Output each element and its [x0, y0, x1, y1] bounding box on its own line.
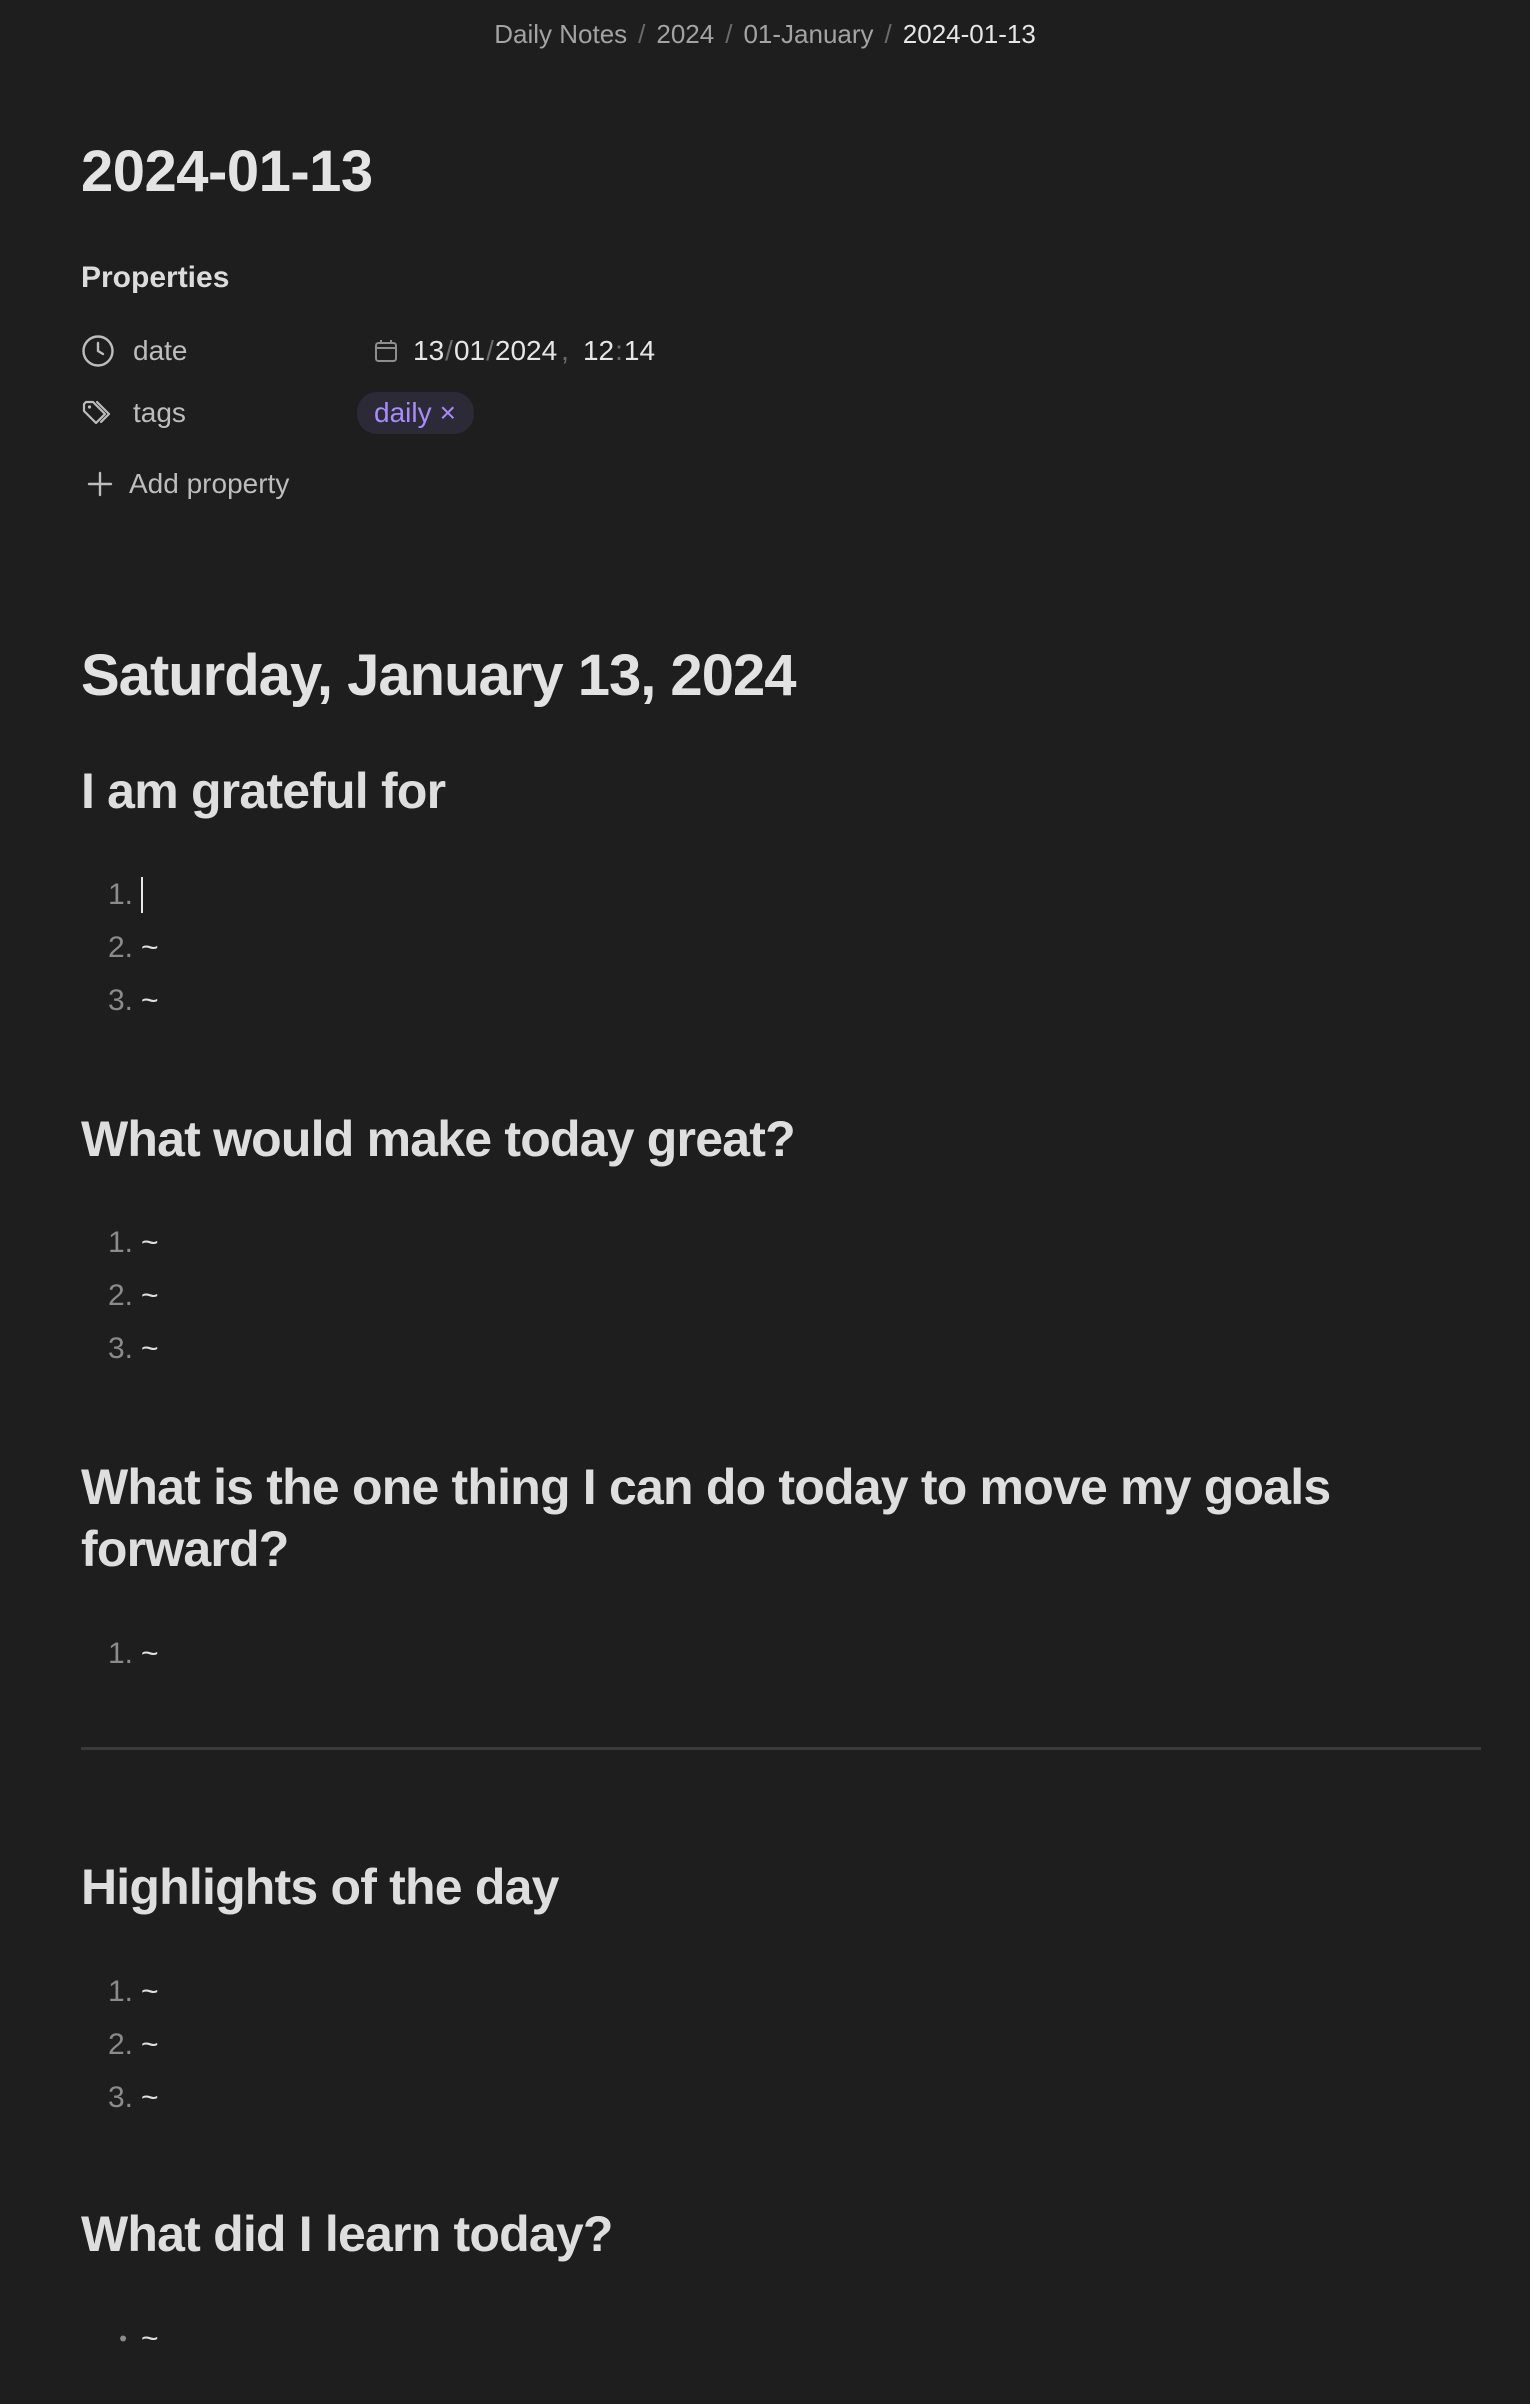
list-item[interactable]: 3. ~ [81, 2071, 159, 2124]
tag-pill-daily[interactable]: daily × [357, 392, 474, 434]
list-item[interactable]: 3. ~ [81, 974, 159, 1027]
property-key-date[interactable]: date [81, 334, 373, 368]
list-number: 3. [107, 2081, 133, 2114]
make-today-great-list: 1. ~ 2. ~ 3. ~ [81, 1216, 159, 1375]
breadcrumb-01-january[interactable]: 01-January [743, 19, 873, 49]
breadcrumb-separator: / [725, 19, 733, 49]
list-item-text[interactable]: ~ [141, 1322, 159, 1375]
list-number: 1. [107, 1637, 133, 1670]
list-number: 3. [107, 1332, 133, 1365]
tag-label: daily [374, 397, 432, 428]
list-item-text[interactable]: ~ [141, 1216, 159, 1269]
properties-heading[interactable]: Properties [81, 258, 229, 298]
property-row-date: date 13 / 01 / 2024 , 12 : 14 [81, 327, 981, 375]
list-item[interactable]: 3. ~ [81, 1322, 159, 1375]
list-item[interactable]: 1. ~ [81, 1627, 159, 1680]
breadcrumb-daily-notes[interactable]: Daily Notes [494, 19, 627, 49]
date-day[interactable]: 13 [413, 335, 444, 367]
property-row-tags: tags daily × [81, 389, 981, 437]
list-number: 1. [107, 1975, 133, 2008]
list-item-text[interactable]: ~ [141, 1269, 159, 1322]
one-thing-list: 1. ~ [81, 1627, 159, 1680]
add-property-label: Add property [129, 468, 290, 499]
list-item-text[interactable]: ~ [141, 1627, 159, 1680]
time-minute[interactable]: 14 [624, 335, 655, 367]
list-item-text[interactable]: ~ [141, 2312, 159, 2365]
list-item[interactable]: 1. ~ [81, 1216, 159, 1269]
tags-icon [81, 396, 115, 430]
text-cursor [141, 876, 143, 913]
list-number: 1. [107, 1226, 133, 1259]
property-key-label: tags [133, 397, 186, 428]
breadcrumb-2024[interactable]: 2024 [656, 19, 714, 49]
list-item-text[interactable]: ~ [141, 921, 159, 974]
property-key-label: date [133, 335, 188, 366]
breadcrumb-separator: / [638, 19, 646, 49]
date-heading[interactable]: Saturday, January 13, 2024 [81, 640, 796, 712]
horizontal-divider [81, 1747, 1481, 1750]
breadcrumb-separator: / [884, 19, 892, 49]
property-value-tags[interactable]: daily × [357, 392, 474, 434]
list-item-text[interactable]: ~ [141, 1965, 159, 2018]
date-month[interactable]: 01 [454, 335, 485, 367]
bullet-marker: • [119, 2326, 127, 2351]
section-heading-learned[interactable]: What did I learn today? [81, 2203, 1461, 2265]
time-separator: : [615, 335, 623, 366]
date-year[interactable]: 2024 [495, 335, 557, 367]
list-item[interactable]: 1. [81, 868, 159, 921]
list-number: 2. [107, 2028, 133, 2061]
list-item[interactable]: • ~ [81, 2312, 159, 2365]
list-number: 3. [107, 984, 133, 1017]
highlights-list: 1. ~ 2. ~ 3. ~ [81, 1965, 159, 2124]
date-separator: / [445, 335, 453, 366]
list-item-text[interactable]: ~ [141, 974, 159, 1027]
list-item-text[interactable]: ~ [141, 2018, 159, 2071]
add-property-button[interactable]: Add property [87, 461, 289, 507]
list-item[interactable]: 2. ~ [81, 2018, 159, 2071]
list-number: 2. [107, 1279, 133, 1312]
date-separator: / [486, 335, 494, 366]
datetime-input[interactable]: 13 / 01 / 2024 , 12 : 14 [373, 335, 655, 367]
list-number: 2. [107, 931, 133, 964]
section-heading-grateful[interactable]: I am grateful for [81, 760, 1461, 822]
learned-list: • ~ [81, 2312, 159, 2365]
list-item[interactable]: 2. ~ [81, 1269, 159, 1322]
clock-icon [81, 334, 115, 368]
property-key-tags[interactable]: tags [81, 396, 373, 430]
list-item-text[interactable]: ~ [141, 2071, 159, 2124]
section-heading-highlights[interactable]: Highlights of the day [81, 1856, 1461, 1918]
page-title[interactable]: 2024-01-13 [81, 136, 373, 208]
breadcrumb-current-note[interactable]: 2024-01-13 [903, 19, 1036, 49]
list-item[interactable]: 2. ~ [81, 921, 159, 974]
section-heading-one-thing[interactable]: What is the one thing I can do today to … [81, 1456, 1461, 1580]
calendar-icon[interactable] [373, 338, 399, 364]
property-value-date: 13 / 01 / 2024 , 12 : 14 [373, 335, 655, 367]
date-comma: , [561, 335, 569, 366]
plus-icon [87, 471, 113, 497]
breadcrumb: Daily Notes / 2024 / 01-January / 2024-01-13 [0, 14, 1530, 54]
section-heading-make-today-great[interactable]: What would make today great? [81, 1108, 1461, 1170]
time-hour[interactable]: 12 [583, 335, 614, 367]
remove-tag-icon[interactable]: × [440, 397, 456, 429]
grateful-list: 1. 2. ~ 3. ~ [81, 868, 159, 1027]
list-number: 1. [107, 878, 133, 911]
list-item[interactable]: 1. ~ [81, 1965, 159, 2018]
